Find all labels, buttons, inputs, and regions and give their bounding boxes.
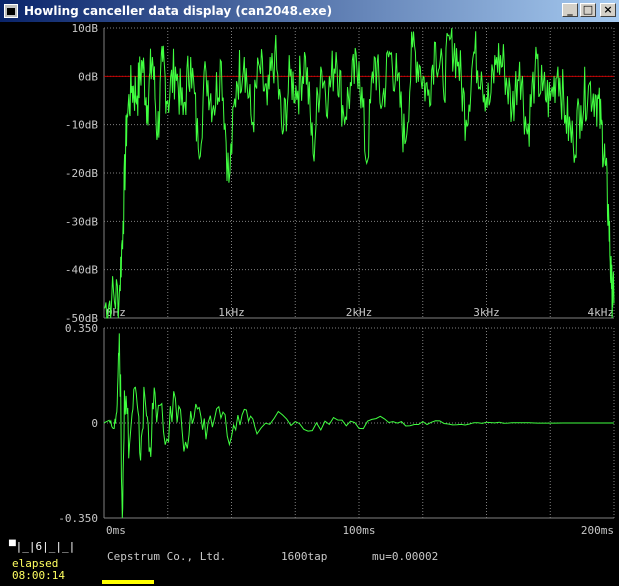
spectrum-chart: 10dB0dB-10dB-20dB-30dB-40dB-50dB 0Hz 1kHz 2… <box>65 22 615 325</box>
y-tick-label: -0.350 <box>58 512 98 525</box>
status-area: ▀|_|6|_|_| elapsed 08:00:14 Cepstrum Co.… <box>0 536 619 586</box>
x-tick-label: 0ms <box>106 524 126 536</box>
y-tick-label: 0dB <box>78 70 98 83</box>
progress-bar <box>102 580 154 584</box>
window-controls: _ □ × <box>562 3 616 17</box>
x-tick-label: 2kHz <box>346 306 373 319</box>
x-tick-label: 3kHz <box>473 306 500 319</box>
scope-display: 10dB0dB-10dB-20dB-30dB-40dB-50dB 0Hz 1kHz 2… <box>58 22 615 536</box>
title-bar[interactable]: Howling canceller data display (can2048.… <box>0 0 619 22</box>
app-window: Howling canceller data display (can2048.… <box>0 0 619 586</box>
x-tick-label: 200ms <box>581 524 614 536</box>
impulse-response-chart: 0.350 0 -0.350 0ms 100ms 200ms <box>58 322 615 536</box>
elapsed-time: 08:00:14 <box>12 569 65 582</box>
y-tick-label: -20dB <box>65 167 98 180</box>
x-tick-label: 100ms <box>342 524 375 536</box>
y-tick-label: -30dB <box>65 215 98 228</box>
close-button[interactable]: × <box>600 3 616 17</box>
app-icon[interactable] <box>4 4 18 18</box>
minimize-button[interactable]: _ <box>562 3 578 17</box>
x-tick-label: 4kHz <box>588 306 615 319</box>
x-tick-label: 1kHz <box>218 306 245 319</box>
y-tick-label: 10dB <box>72 22 99 35</box>
tap-count: 1600tap <box>281 550 328 563</box>
window-title: Howling canceller data display (can2048.… <box>24 4 333 18</box>
maximize-button[interactable]: □ <box>580 3 596 17</box>
y-tick-label: -40dB <box>65 264 98 277</box>
y-tick-label: 0.350 <box>65 322 98 335</box>
mu-value: mu=0.00002 <box>372 550 439 563</box>
y-tick-label: -10dB <box>65 119 98 132</box>
mode-indicator[interactable]: ▀|_|6|_|_| <box>9 540 75 553</box>
y-tick-label: 0 <box>91 417 98 430</box>
company-name: Cepstrum Co., Ltd. <box>107 550 227 563</box>
